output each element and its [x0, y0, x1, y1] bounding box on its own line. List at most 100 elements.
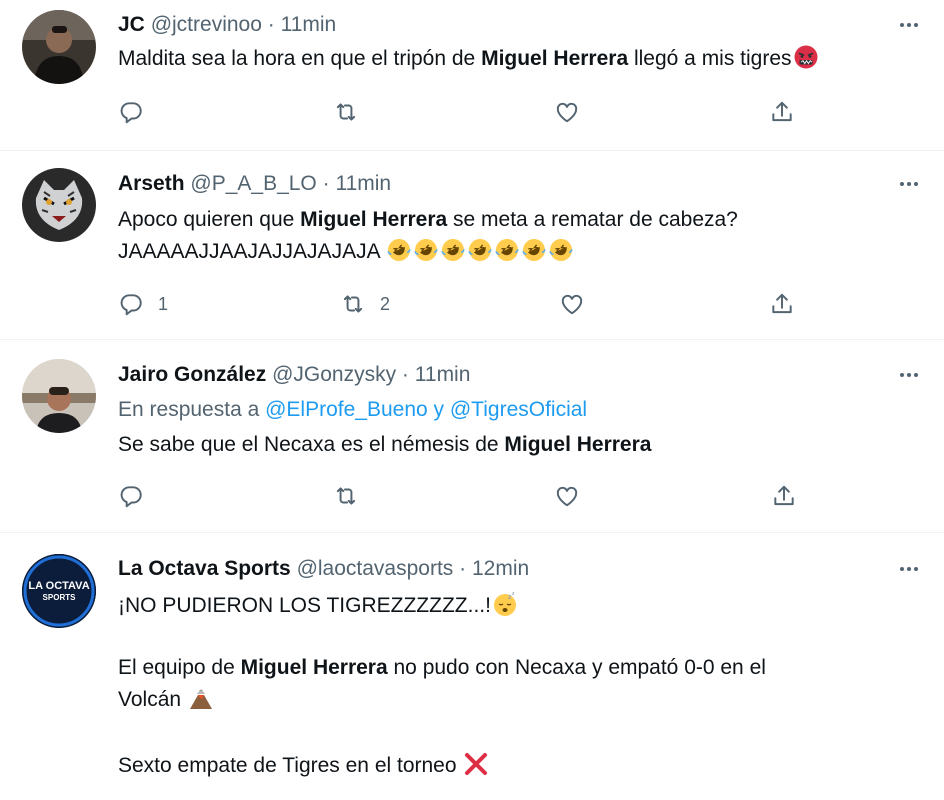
text-segment: Se sabe que el Necaxa es el némesis de — [118, 433, 505, 456]
retweet-button[interactable] — [333, 481, 373, 511]
timestamp[interactable]: 12min — [472, 557, 529, 580]
like-icon — [554, 483, 580, 509]
share-button[interactable] — [769, 289, 795, 319]
retweet-icon — [333, 483, 359, 509]
sleeping-face-emoji: zz — [492, 591, 518, 617]
tweet-actions — [118, 481, 818, 511]
rofl-emoji — [467, 237, 493, 263]
tweet-card[interactable]: Jairo González @JGonzysky · 11min En res… — [0, 339, 944, 533]
tweet-actions — [118, 97, 818, 127]
timestamp[interactable]: 11min — [415, 363, 471, 386]
tweet-text: Maldita sea la hora en que el tripón de … — [118, 43, 914, 75]
tweet-header: JC @jctrevinoo · 11min — [118, 12, 336, 38]
retweet-button[interactable] — [333, 97, 373, 127]
reply-context: En respuesta a @ElProfe_Bueno y @TigresO… — [118, 394, 914, 426]
rofl-emoji — [494, 237, 520, 263]
more-icon[interactable] — [894, 12, 924, 38]
text-segment: Maldita sea la hora en que el tripón de — [118, 47, 482, 70]
share-button[interactable] — [769, 97, 795, 127]
tweet-text: Sexto empate de Tigres en el torneo — [118, 750, 914, 782]
text-segment: El equipo de — [118, 656, 241, 679]
text-segment: ¡NO PUDIERON LOS TIGREZZZZZZ...! — [118, 594, 491, 617]
bold-text: Miguel Herrera — [240, 656, 388, 679]
bold-text: Miguel Herrera — [481, 47, 629, 70]
share-icon — [769, 99, 795, 125]
share-icon — [771, 483, 797, 509]
more-icon[interactable] — [894, 362, 924, 388]
reply-icon — [118, 99, 144, 125]
bold-text: Miguel Herrera — [300, 208, 448, 231]
tweet-text: ¡NO PUDIERON LOS TIGREZZZZZZ...! z z — [118, 590, 914, 622]
retweet-button[interactable]: 2 — [340, 289, 390, 319]
cross-mark-emoji — [463, 751, 489, 777]
timestamp[interactable]: 11min — [335, 172, 391, 195]
like-icon — [554, 99, 580, 125]
reply-count: 1 — [158, 293, 169, 314]
rofl-emoji — [521, 237, 547, 263]
bold-text: Miguel Herrera — [504, 433, 652, 456]
tweet-header: La Octava Sports @laoctavasports · 12min — [118, 556, 529, 582]
angry-face-emoji — [793, 44, 819, 70]
text-segment: se meta a rematar de cabeza? — [447, 208, 738, 231]
user-handle[interactable]: @jctrevinoo — [151, 13, 262, 36]
mention-link[interactable]: @TigresOficial — [450, 398, 587, 421]
separator-dot: · — [401, 363, 409, 386]
text-segment: Sexto empate de Tigres en el torneo — [118, 754, 457, 777]
reply-button[interactable] — [118, 481, 158, 511]
retweet-count: 2 — [380, 293, 391, 314]
separator-dot: · — [322, 172, 330, 195]
reply-button[interactable] — [118, 97, 158, 127]
separator-dot: · — [267, 13, 275, 36]
volcano-emoji — [188, 685, 214, 711]
retweet-icon — [333, 99, 359, 125]
text-segment: Apoco quieren que — [118, 208, 301, 231]
tweet-card[interactable]: JC @jctrevinoo · 11min Maldita sea la ho… — [0, 0, 944, 151]
tweet-actions: 1 2 — [118, 289, 818, 319]
display-name[interactable]: JC — [118, 13, 145, 36]
avatar-logo-text: LA OCTAVA — [28, 580, 89, 592]
avatar[interactable]: LA OCTAVA SPORTS — [22, 554, 96, 628]
reply-conjunction: y — [427, 398, 450, 421]
reply-button[interactable]: 1 — [118, 289, 168, 319]
text-segment: JAAAAAJJAAJAJJAJAJAJA — [118, 240, 380, 263]
avatar[interactable] — [22, 168, 96, 242]
more-icon[interactable] — [894, 556, 924, 582]
tweet-header: Jairo González @JGonzysky · 11min — [118, 362, 470, 388]
reply-prefix: En respuesta a — [118, 398, 266, 421]
tweet-card[interactable]: Arseth @P_A_B_LO · 11min Apoco quieren q… — [0, 150, 944, 340]
rofl-emoji — [386, 237, 412, 263]
user-handle[interactable]: @P_A_B_LO — [190, 172, 316, 195]
share-icon — [769, 291, 795, 317]
user-handle[interactable]: @laoctavasports — [297, 557, 454, 580]
text-segment: Volcán — [118, 688, 182, 711]
tweet-card[interactable]: LA OCTAVA SPORTS La Octava Sports @laocta… — [0, 532, 944, 800]
mention-link[interactable]: @ElProfe_Bueno — [265, 398, 428, 421]
reply-icon — [118, 483, 144, 509]
like-button[interactable] — [554, 97, 594, 127]
text-segment: no pudo con Necaxa y empató 0-0 en el — [387, 656, 766, 679]
rofl-emoji — [413, 237, 439, 263]
reply-icon — [118, 291, 144, 317]
like-button[interactable] — [559, 289, 599, 319]
like-icon — [559, 291, 585, 317]
share-button[interactable] — [771, 481, 797, 511]
avatar[interactable] — [22, 359, 96, 433]
tweet-text: Apoco quieren que Miguel Herrera se meta… — [118, 204, 914, 268]
text-segment: llegó a mis tigres — [628, 47, 792, 70]
user-handle[interactable]: @JGonzysky — [272, 363, 396, 386]
separator-dot: · — [459, 557, 467, 580]
tweet-text: El equipo de Miguel Herrera no pudo con … — [118, 652, 914, 716]
like-button[interactable] — [554, 481, 594, 511]
svg-text:z: z — [512, 591, 515, 597]
display-name[interactable]: La Octava Sports — [118, 557, 291, 580]
avatar[interactable] — [22, 10, 96, 84]
timestamp[interactable]: 11min — [281, 13, 337, 36]
more-icon[interactable] — [894, 171, 924, 197]
rofl-emoji — [548, 237, 574, 263]
rofl-emoji — [440, 237, 466, 263]
tweet-header: Arseth @P_A_B_LO · 11min — [118, 171, 391, 197]
display-name[interactable]: Arseth — [118, 172, 185, 195]
retweet-icon — [340, 291, 366, 317]
tweet-text: Se sabe que el Necaxa es el némesis de M… — [118, 429, 914, 461]
display-name[interactable]: Jairo González — [118, 363, 266, 386]
